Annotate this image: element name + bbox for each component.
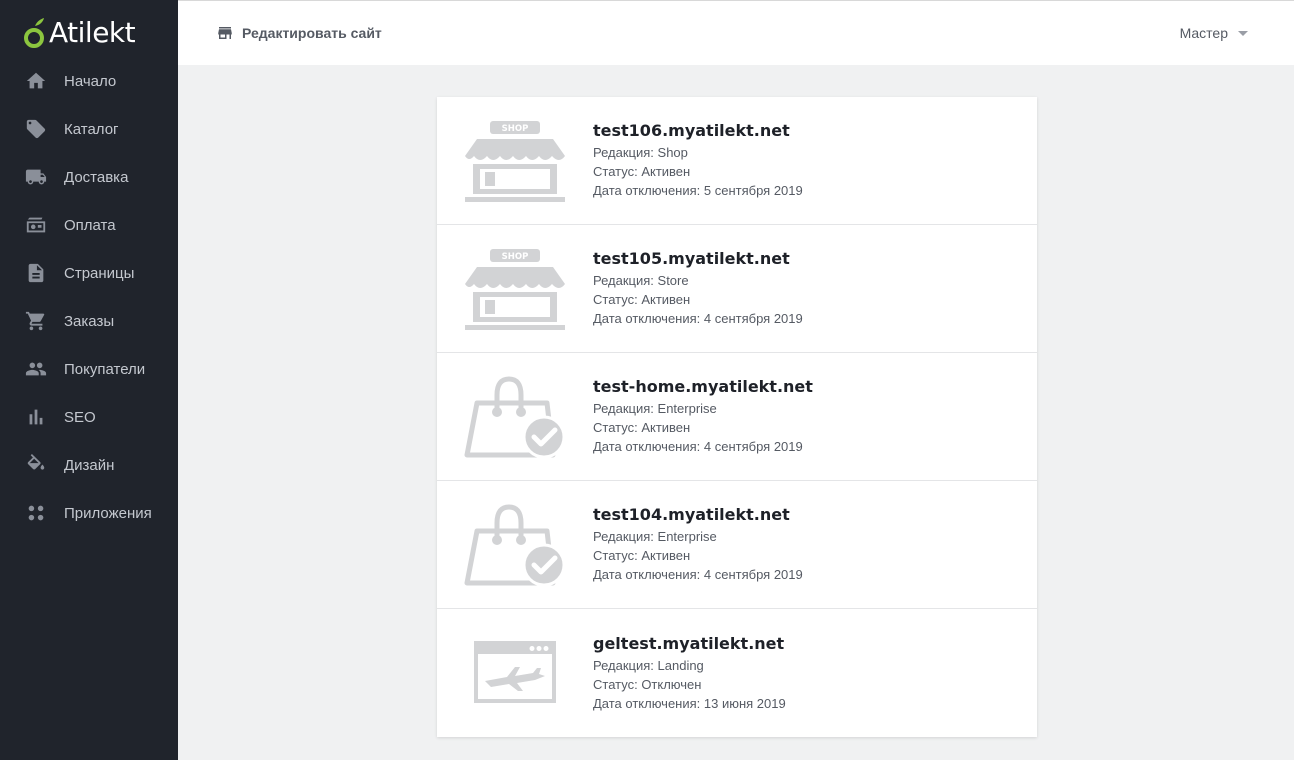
site-domain[interactable]: test106.myatilekt.net <box>593 121 803 140</box>
sidebar: Atilekt Начало Каталог Доставка Оплата С… <box>0 0 178 760</box>
site-status: Статус: Отключен <box>593 676 702 692</box>
chevron-down-icon <box>1238 30 1248 36</box>
sidebar-item-label: Доставка <box>64 168 129 186</box>
site-info: geltest.myatilekt.net Редакция: Landing … <box>593 634 786 713</box>
sidebar-item-label: Покупатели <box>64 360 146 378</box>
document-icon <box>24 261 48 285</box>
site-status: Статус: Активен <box>593 164 691 179</box>
user-name: Мастер <box>1179 25 1228 41</box>
svg-text:SHOP: SHOP <box>502 252 529 262</box>
site-edition: Редакция: Enterprise <box>593 401 717 416</box>
site-info: test-home.myatilekt.net Редакция: Enterp… <box>593 377 813 456</box>
site-edition: Редакция: Shop <box>593 145 688 160</box>
sidebar-item-pages[interactable]: Страницы <box>0 249 178 297</box>
sidebar-item-catalog[interactable]: Каталог <box>0 105 178 153</box>
site-expiry-date: Дата отключения: 4 сентября 2019 <box>593 439 803 454</box>
logo[interactable]: Atilekt <box>0 0 178 65</box>
site-domain[interactable]: test-home.myatilekt.net <box>593 377 813 396</box>
sidebar-item-label: SEO <box>64 408 96 426</box>
site-row[interactable]: SHOP test106.myatilekt.net Редакция: Sho… <box>437 97 1037 225</box>
sidebar-item-payment[interactable]: Оплата <box>0 201 178 249</box>
sidebar-item-label: Начало <box>64 72 117 90</box>
wallet-icon <box>24 213 48 237</box>
site-expiry-date: Дата отключения: 4 сентября 2019 <box>593 311 803 326</box>
sidebar-item-label: Оплата <box>64 216 116 234</box>
sidebar-item-label: Приложения <box>64 504 152 522</box>
users-icon <box>24 357 48 381</box>
bar-chart-icon <box>24 405 48 429</box>
sidebar-nav: Начало Каталог Доставка Оплата Страницы … <box>0 57 178 537</box>
sidebar-item-label: Каталог <box>64 120 119 138</box>
site-domain[interactable]: test105.myatilekt.net <box>593 249 803 268</box>
tag-icon <box>24 117 48 141</box>
svg-text:SHOP: SHOP <box>502 124 529 134</box>
sites-list: SHOP test106.myatilekt.net Редакция: Sho… <box>437 97 1037 737</box>
site-status: Статус: Активен <box>593 548 691 563</box>
store-icon <box>218 27 232 39</box>
site-edition: Редакция: Enterprise <box>593 529 717 544</box>
site-domain[interactable]: geltest.myatilekt.net <box>593 634 786 653</box>
site-status: Статус: Активен <box>593 292 691 307</box>
paint-bucket-icon <box>24 453 48 477</box>
site-expiry-date: Дата отключения: 5 сентября 2019 <box>593 183 803 198</box>
sidebar-item-label: Заказы <box>64 312 115 330</box>
apps-grid-icon <box>24 501 48 525</box>
truck-icon <box>24 165 48 189</box>
shopping-bag-check-icon <box>437 375 593 459</box>
site-edition: Редакция: Landing <box>593 657 704 673</box>
site-edition: Редакция: Store <box>593 273 689 288</box>
sidebar-item-label: Дизайн <box>64 456 115 474</box>
topbar: Редактировать сайт Мастер <box>178 0 1294 65</box>
edit-site-button[interactable]: Редактировать сайт <box>216 24 382 42</box>
site-info: test104.myatilekt.net Редакция: Enterpri… <box>593 505 803 584</box>
edit-site-label: Редактировать сайт <box>242 25 382 41</box>
shop-storefront-icon: SHOP <box>437 247 593 331</box>
sidebar-item-home[interactable]: Начало <box>0 57 178 105</box>
sidebar-item-delivery[interactable]: Доставка <box>0 153 178 201</box>
shop-storefront-icon: SHOP <box>437 119 593 203</box>
sidebar-item-seo[interactable]: SEO <box>0 393 178 441</box>
sidebar-item-orders[interactable]: Заказы <box>0 297 178 345</box>
site-row[interactable]: geltest.myatilekt.net Редакция: Landing … <box>437 609 1037 737</box>
site-row[interactable]: test-home.myatilekt.net Редакция: Enterp… <box>437 353 1037 481</box>
logo-mark-icon <box>24 17 44 48</box>
sidebar-item-customers[interactable]: Покупатели <box>0 345 178 393</box>
site-expiry-date: Дата отключения: 4 сентября 2019 <box>593 567 803 582</box>
site-expiry-date: Дата отключения: 13 июня 2019 <box>593 695 786 711</box>
shopping-bag-check-icon <box>437 503 593 587</box>
site-info: test105.myatilekt.net Редакция: Store Ст… <box>593 249 803 328</box>
site-row[interactable]: SHOP test105.myatilekt.net Редакция: Sto… <box>437 225 1037 353</box>
site-domain[interactable]: test104.myatilekt.net <box>593 505 803 524</box>
user-menu-dropdown[interactable]: Мастер <box>1180 25 1248 41</box>
sidebar-item-label: Страницы <box>64 264 135 282</box>
home-icon <box>24 69 48 93</box>
sidebar-item-design[interactable]: Дизайн <box>0 441 178 489</box>
site-info: test106.myatilekt.net Редакция: Shop Ста… <box>593 121 803 200</box>
brand-name: Atilekt <box>49 16 136 49</box>
cart-icon <box>24 309 48 333</box>
site-row[interactable]: test104.myatilekt.net Редакция: Enterpri… <box>437 481 1037 609</box>
sidebar-item-apps[interactable]: Приложения <box>0 489 178 537</box>
landing-browser-plane-icon <box>437 631 593 715</box>
site-status: Статус: Активен <box>593 420 691 435</box>
